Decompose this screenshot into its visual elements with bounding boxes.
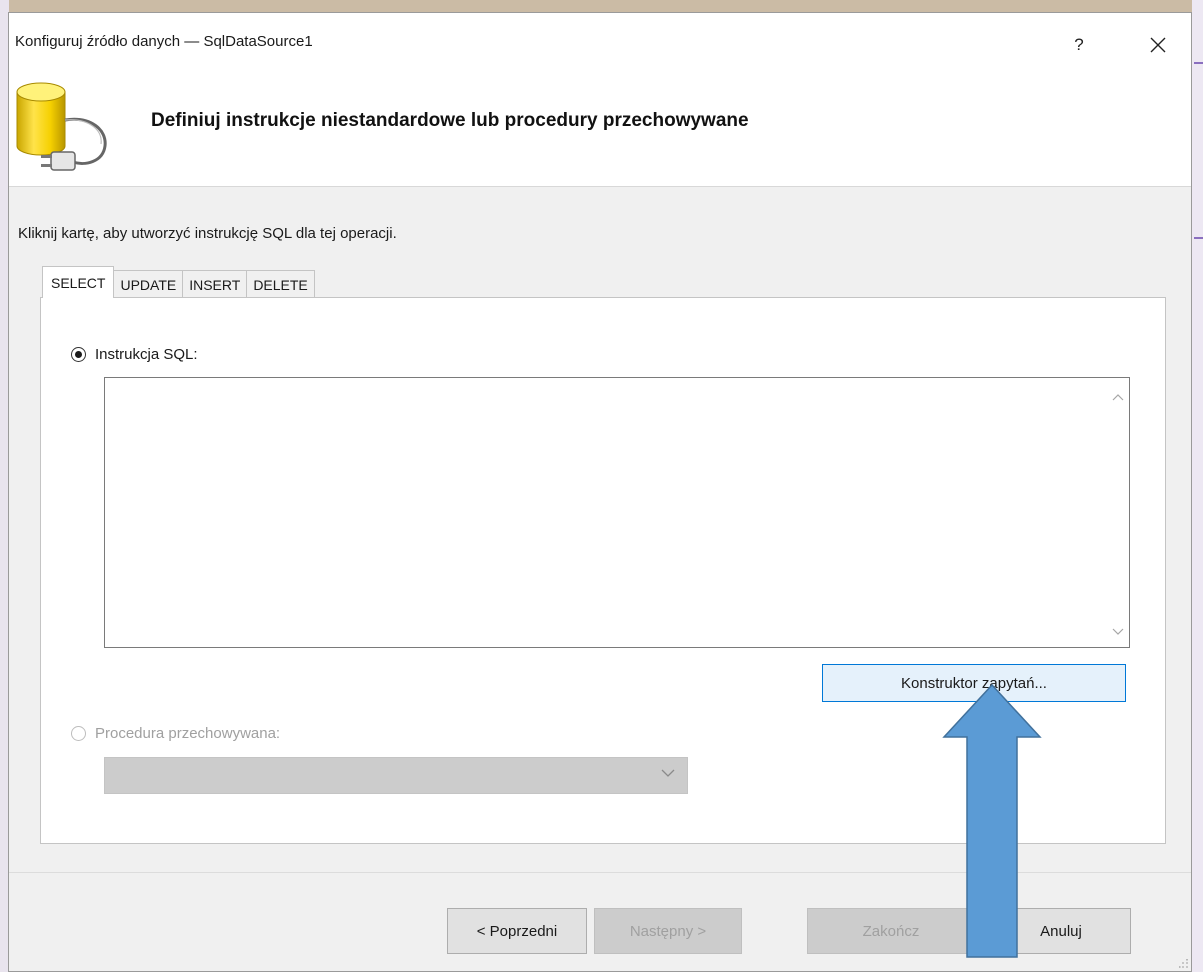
stored-procedure-label: Procedura przechowywana: bbox=[95, 725, 281, 742]
sql-statement-option[interactable]: Instrukcja SQL: bbox=[71, 346, 198, 363]
tab-select[interactable]: SELECT bbox=[42, 266, 115, 298]
page-title: Definiuj instrukcje niestandardowe lub p… bbox=[151, 110, 749, 131]
scroll-down-icon[interactable] bbox=[1111, 625, 1125, 639]
background-window-right-edge bbox=[1192, 0, 1203, 972]
screen: Konfiguruj źródło danych — SqlDataSource… bbox=[0, 0, 1203, 972]
finish-button[interactable]: Zakończ bbox=[807, 908, 975, 954]
help-button[interactable]: ? bbox=[1057, 27, 1101, 63]
instruction-text: Kliknij kartę, aby utworzyć instrukcję S… bbox=[18, 225, 397, 242]
operation-tabs: SELECT UPDATE INSERT DELETE bbox=[42, 266, 315, 298]
tab-update[interactable]: UPDATE bbox=[113, 270, 184, 298]
window-title: Konfiguruj źródło danych — SqlDataSource… bbox=[15, 33, 313, 50]
stored-procedure-option[interactable]: Procedura przechowywana: bbox=[71, 725, 280, 742]
footer-separator bbox=[9, 872, 1191, 873]
sql-statement-editor bbox=[104, 377, 1130, 648]
cancel-button[interactable]: Anuluj bbox=[991, 908, 1131, 954]
sql-statement-input[interactable] bbox=[105, 378, 1110, 647]
resize-grip-icon[interactable] bbox=[1179, 959, 1189, 969]
sql-statement-radio[interactable] bbox=[71, 347, 86, 362]
select-tab-panel: Instrukcja SQL: Konstruktor zapytań... P… bbox=[40, 297, 1166, 844]
next-button[interactable]: Następny > bbox=[594, 908, 742, 954]
title-bar: Konfiguruj źródło danych — SqlDataSource… bbox=[9, 13, 1191, 76]
query-builder-button[interactable]: Konstruktor zapytań... bbox=[822, 664, 1126, 702]
close-button[interactable] bbox=[1134, 27, 1182, 63]
tab-insert[interactable]: INSERT bbox=[182, 270, 248, 298]
wizard-header: Definiuj instrukcje niestandardowe lub p… bbox=[9, 76, 1191, 187]
database-plug-icon bbox=[16, 82, 107, 171]
tab-delete[interactable]: DELETE bbox=[246, 270, 315, 298]
chevron-down-icon bbox=[661, 769, 675, 777]
scroll-up-icon[interactable] bbox=[1111, 390, 1125, 404]
configure-data-source-dialog: Konfiguruj źródło danych — SqlDataSource… bbox=[8, 12, 1192, 972]
stored-procedure-select[interactable] bbox=[104, 757, 688, 794]
background-window-strip bbox=[0, 0, 1203, 12]
close-icon bbox=[1150, 37, 1166, 53]
previous-button[interactable]: < Poprzedni bbox=[447, 908, 587, 954]
stored-procedure-radio[interactable] bbox=[71, 726, 86, 741]
sql-statement-label: Instrukcja SQL: bbox=[95, 346, 198, 363]
